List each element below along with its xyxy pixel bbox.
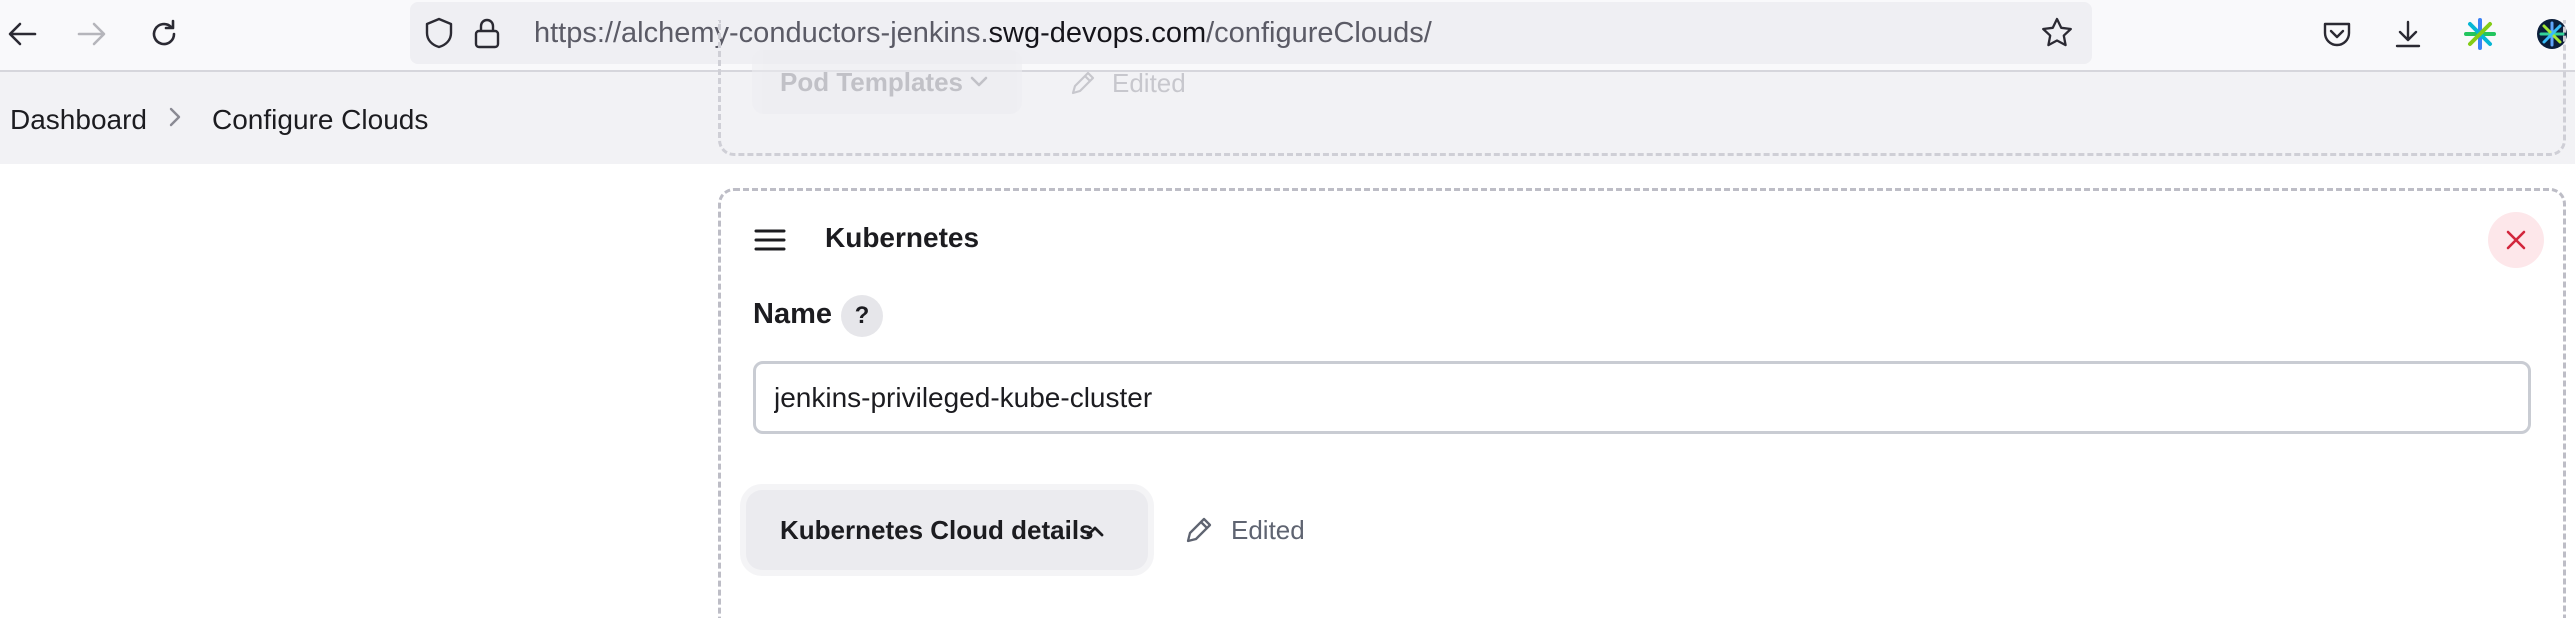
chevron-down-icon xyxy=(970,76,988,87)
chevron-up-icon xyxy=(1086,526,1104,537)
drag-handle-icon[interactable] xyxy=(754,228,786,252)
details-label: Kubernetes Cloud details xyxy=(780,515,1094,545)
forward-icon[interactable] xyxy=(70,12,114,56)
close-icon xyxy=(2506,230,2526,250)
breadcrumb-dashboard[interactable]: Dashboard xyxy=(10,72,147,164)
pencil-icon xyxy=(1186,517,1212,543)
name-input[interactable] xyxy=(753,361,2531,434)
edited-label: Edited xyxy=(1231,514,1305,545)
edited-label: Edited xyxy=(1112,67,1186,98)
reload-icon[interactable] xyxy=(142,12,186,56)
shield-icon[interactable] xyxy=(422,16,456,50)
chevron-right-icon xyxy=(169,107,181,127)
kubernetes-cloud-details-toggle[interactable]: Kubernetes Cloud details xyxy=(746,490,1148,570)
delete-cloud-button[interactable] xyxy=(2488,212,2544,268)
pencil-icon xyxy=(1071,71,1095,95)
lock-icon[interactable] xyxy=(470,16,504,50)
details-edited-indicator: Edited xyxy=(1183,510,1305,550)
back-icon[interactable] xyxy=(0,12,44,56)
pod-templates-toggle[interactable]: Pod Templates xyxy=(752,50,1022,114)
card-title: Kubernetes xyxy=(825,222,980,253)
help-button[interactable]: ? xyxy=(841,295,883,337)
breadcrumb-configure-clouds[interactable]: Configure Clouds xyxy=(212,72,428,164)
pod-templates-edited: Edited xyxy=(1068,66,1186,100)
pod-templates-label: Pod Templates xyxy=(780,67,964,97)
name-field-label: Name xyxy=(753,298,832,330)
